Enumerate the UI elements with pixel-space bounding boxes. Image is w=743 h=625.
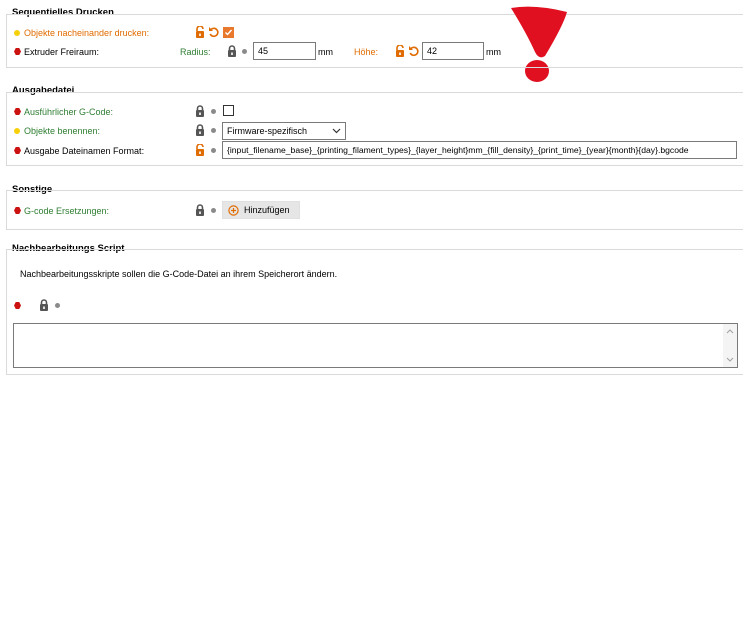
label-objects-select-value: Firmware-spezifisch [227,126,308,136]
extruder-clearance-label: Extruder Freiraum: [24,47,100,57]
objects-sequential-label[interactable]: Objekte nacheinander drucken: [24,28,149,38]
add-substitution-button[interactable]: Hinzufügen [222,201,300,219]
add-circle-icon [228,204,239,216]
system-value-dot [55,303,60,308]
radius-label: Radius: [180,47,211,57]
unlock-icon[interactable] [195,26,205,38]
objects-sequential-checkbox[interactable] [223,27,234,38]
mode-expert-hex [14,147,21,154]
system-value-dot [211,208,216,213]
system-value-dot [242,49,247,54]
lock-icon[interactable] [39,299,49,311]
mode-expert-hex [14,48,21,55]
unlock-icon[interactable] [195,144,205,156]
section-border-left [6,249,7,375]
post-processing-description: Nachbearbeitungsskripte sollen die G-Cod… [20,269,338,279]
section-title-sequential: Sequentielles Drucken [12,7,114,18]
system-value-dot [211,128,216,133]
label-objects-select[interactable]: Firmware-spezifisch [222,122,346,140]
gcode-substitutions-label[interactable]: G-code Ersetzungen: [24,206,109,216]
undo-icon[interactable] [208,26,219,38]
textarea-scrollbar[interactable] [723,324,737,367]
section-border-left [6,92,7,166]
mode-expert-hex [14,302,21,309]
section-divider [6,190,743,191]
output-filename-label: Ausgabe Dateinamen Format: [24,146,145,156]
section-border-left [6,190,7,230]
label-objects-label[interactable]: Objekte benennen: [24,126,100,136]
exclamation-icon [505,2,573,84]
section-divider [6,229,743,230]
section-divider [6,67,743,68]
system-value-dot [211,109,216,114]
chevron-down-icon[interactable] [726,357,734,362]
mode-simple-dot [14,30,20,36]
section-divider [6,14,743,15]
radius-unit: mm [318,47,333,57]
section-divider [6,92,743,93]
section-divider [6,165,743,166]
add-substitution-button-label: Hinzufügen [244,205,290,215]
height-unit: mm [486,47,501,57]
radius-input[interactable]: 45 [253,42,316,60]
section-divider [6,374,743,375]
height-input[interactable]: 42 [422,42,484,60]
system-value-dot [211,148,216,153]
check-icon [225,29,233,36]
post-processing-textarea[interactable] [13,323,738,368]
output-filename-input[interactable]: {input_filename_base}_{printing_filament… [222,141,737,159]
chevron-up-icon[interactable] [726,329,734,334]
unlock-icon[interactable] [395,45,405,57]
height-label: Höhe: [354,47,379,57]
section-title-output: Ausgabedatei [12,85,75,96]
section-border-left [6,14,7,68]
section-divider [6,249,743,250]
mode-expert-hex [14,207,21,214]
verbose-gcode-label[interactable]: Ausführlicher G-Code: [24,107,113,117]
chevron-down-icon [332,128,341,134]
lock-icon[interactable] [227,45,237,57]
verbose-gcode-checkbox[interactable] [223,105,234,116]
mode-simple-dot [14,128,20,134]
lock-icon[interactable] [195,204,205,216]
lock-icon[interactable] [195,124,205,136]
undo-icon[interactable] [408,45,419,57]
mode-expert-hex [14,108,21,115]
lock-icon[interactable] [195,105,205,117]
